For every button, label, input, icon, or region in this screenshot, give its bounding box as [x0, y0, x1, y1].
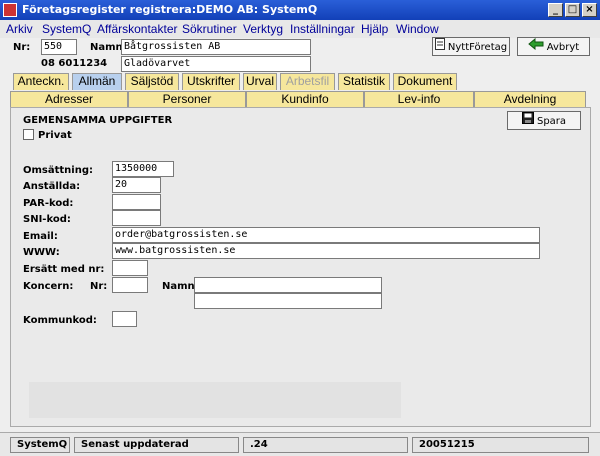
- koncern-group: [29, 382, 401, 418]
- omsattning-field[interactable]: 1350000: [112, 161, 174, 177]
- arrow-left-icon: [527, 37, 544, 56]
- subtab-personer[interactable]: Personer: [128, 91, 246, 107]
- tab-arbetsfil: Arbetsfil: [280, 73, 335, 90]
- anstallda-label: Anställda:: [23, 181, 81, 192]
- ort-field[interactable]: Gladövarvet: [121, 56, 311, 72]
- title-bar: Företagsregister registrera:DEMO AB: Sys…: [0, 0, 600, 20]
- omsattning-label: Omsättning:: [23, 165, 94, 176]
- nr-label: Nr:: [13, 42, 31, 53]
- window-title: Företagsregister registrera:DEMO AB: Sys…: [22, 3, 318, 16]
- subtab-adresser[interactable]: Adresser: [10, 91, 128, 107]
- sni-label: SNI-kod:: [23, 214, 71, 225]
- subtab-kundinfo[interactable]: Kundinfo: [246, 91, 364, 107]
- email-label: Email:: [23, 231, 58, 242]
- koncern-label: Koncern:: [23, 281, 74, 292]
- floppy-icon: [521, 112, 534, 130]
- menu-installningar[interactable]: Inställningar: [290, 22, 355, 36]
- save-button[interactable]: Spara: [507, 111, 581, 130]
- status-app: SystemQ: [10, 437, 70, 453]
- tab-dokument[interactable]: Dokument: [393, 73, 457, 90]
- menu-window[interactable]: Window: [396, 22, 439, 36]
- menu-systemq[interactable]: SystemQ: [42, 22, 91, 36]
- par-field[interactable]: [112, 194, 161, 210]
- nr-field[interactable]: 550: [41, 39, 77, 55]
- subtab-lev-info[interactable]: Lev-info: [364, 91, 474, 107]
- anstallda-field[interactable]: 20: [112, 177, 161, 193]
- new-company-label: NyttFöretag: [447, 42, 508, 53]
- koncern-namn2-field[interactable]: [194, 293, 382, 309]
- ersatt-label: Ersätt med nr:: [23, 264, 105, 275]
- close-button[interactable]: ×: [582, 3, 597, 17]
- tab-saljstod[interactable]: Säljstöd: [125, 73, 179, 90]
- maximize-button[interactable]: □: [565, 3, 580, 17]
- cancel-button[interactable]: Avbryt: [517, 37, 590, 56]
- phone-text: 08 6011234: [41, 58, 108, 69]
- menu-sokrutiner[interactable]: Sökrutiner: [182, 22, 237, 36]
- koncern-nr-field[interactable]: [112, 277, 148, 293]
- privat-checkbox[interactable]: [23, 129, 34, 140]
- minimize-button[interactable]: _: [548, 3, 563, 17]
- document-icon: [434, 38, 445, 56]
- menu-arkiv[interactable]: Arkiv: [6, 22, 33, 36]
- app-icon: [3, 3, 17, 17]
- email-field[interactable]: order@batgrossisten.se: [112, 227, 540, 243]
- koncern-nr-label: Nr:: [90, 281, 108, 292]
- status-bar: SystemQ Senast uppdaterad .24 20051215: [0, 432, 600, 456]
- new-company-button[interactable]: NyttFöretag: [432, 37, 510, 56]
- kommunkod-field[interactable]: [112, 311, 137, 327]
- tab-urval[interactable]: Urval: [243, 73, 277, 90]
- status-date: 20051215: [412, 437, 589, 453]
- sni-field[interactable]: [112, 210, 161, 226]
- menu-hjalp[interactable]: Hjälp: [361, 22, 388, 36]
- www-field[interactable]: www.batgrossisten.se: [112, 243, 540, 259]
- status-updated-label: Senast uppdaterad: [74, 437, 239, 453]
- status-version: .24: [243, 437, 408, 453]
- ersatt-field[interactable]: [112, 260, 148, 276]
- privat-label: Privat: [38, 130, 72, 141]
- section-title: GEMENSAMMA UPPGIFTER: [23, 115, 173, 126]
- tab-anteckn[interactable]: Anteckn.: [13, 73, 69, 90]
- www-label: WWW:: [23, 247, 60, 258]
- tab-utskrifter[interactable]: Utskrifter: [182, 73, 240, 90]
- koncern-namn-field[interactable]: [194, 277, 382, 293]
- cancel-label: Avbryt: [546, 42, 580, 53]
- save-label: Spara: [536, 116, 567, 127]
- par-label: PAR-kod:: [23, 198, 74, 209]
- menu-verktyg[interactable]: Verktyg: [243, 22, 283, 36]
- menu-affarskontakter[interactable]: Affärskontakter: [97, 22, 177, 36]
- kommunkod-label: Kommunkod:: [23, 315, 97, 326]
- tab-allman[interactable]: Allmän: [72, 73, 122, 90]
- tab-statistik[interactable]: Statistik: [338, 73, 390, 90]
- namn-field[interactable]: Båtgrossisten AB: [121, 39, 311, 55]
- menu-bar: Arkiv SystemQ Affärskontakter Sökrutiner…: [0, 20, 600, 38]
- subtab-avdelning[interactable]: Avdelning: [474, 91, 586, 107]
